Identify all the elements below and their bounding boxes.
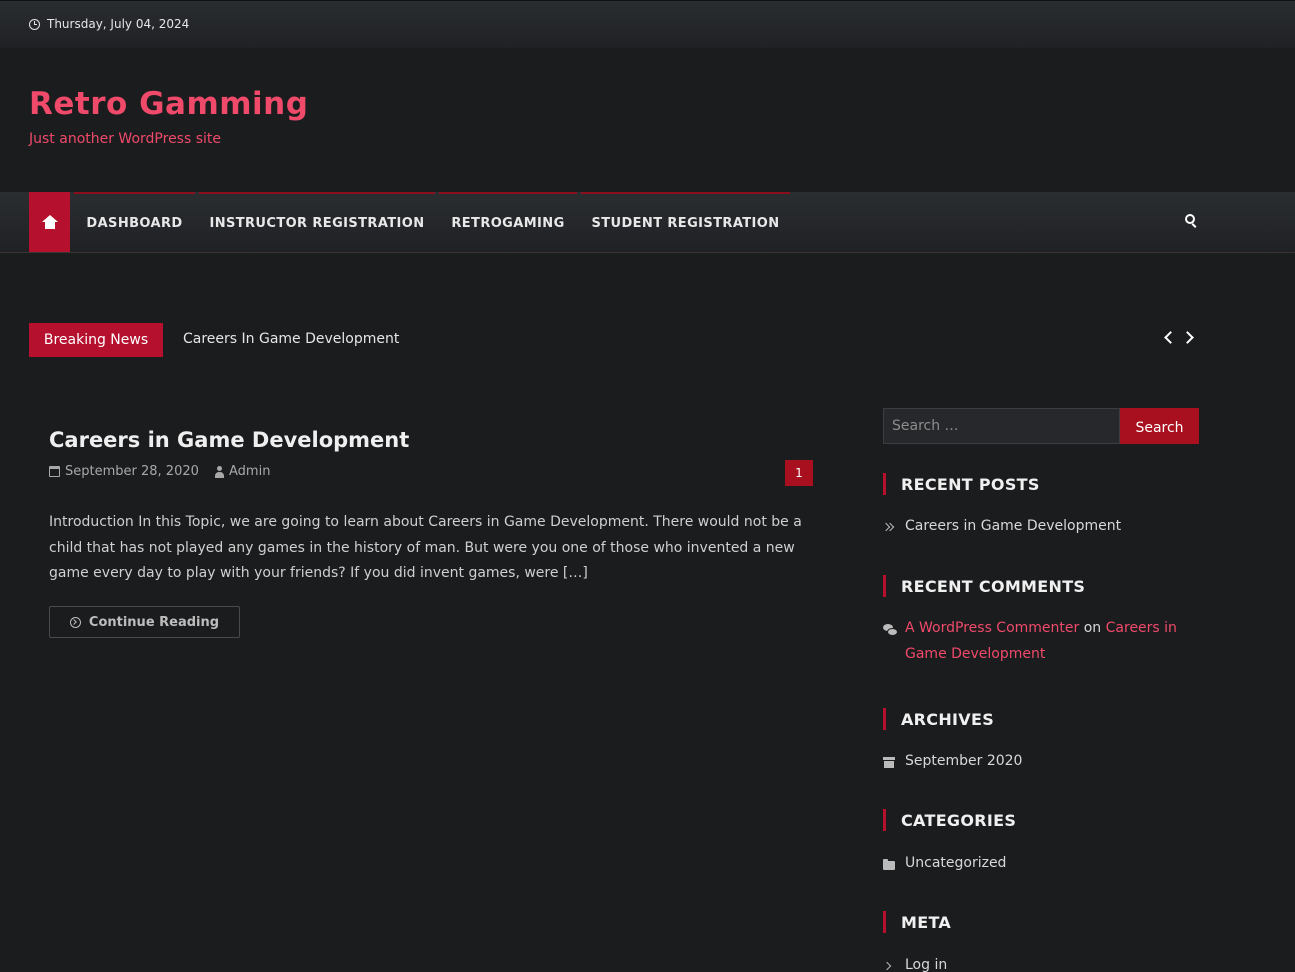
recent-posts-title: RECENT POSTS (883, 473, 1040, 495)
sidebar-search-button[interactable]: Search (1120, 408, 1199, 444)
breaking-news-headline[interactable]: Careers In Game Development (183, 331, 399, 347)
category-item[interactable]: Uncategorized (883, 855, 1006, 871)
nav-item-instructor-registration[interactable]: INSTRUCTOR REGISTRATION (199, 192, 435, 252)
nav-item-dashboard[interactable]: DASHBOARD (74, 192, 195, 252)
breaking-news-badge: Breaking News (29, 323, 163, 357)
home-icon (41, 215, 58, 229)
categories-title: CATEGORIES (883, 809, 1016, 831)
post-excerpt: Introduction In this Topic, we are going… (49, 514, 802, 581)
comments-icon (883, 624, 898, 636)
double-chevron-right-icon (883, 522, 893, 534)
recent-comments-title: RECENT COMMENTS (883, 575, 1085, 597)
clock-icon (29, 18, 40, 30)
nav-item-retrogaming[interactable]: RETROGAMING (439, 192, 577, 252)
archive-item[interactable]: September 2020 (883, 753, 1022, 769)
search-toggle-button[interactable] (1185, 214, 1199, 230)
post-author-text: Admin (229, 464, 271, 479)
post-author[interactable]: Admin (215, 464, 270, 479)
top-bar: Thursday, July 04, 2024 (0, 0, 1295, 48)
meta-item[interactable]: Log in (883, 957, 947, 972)
site-tagline: Just another WordPress site (29, 131, 222, 147)
home-button[interactable] (29, 192, 70, 252)
archives-title: ARCHIVES (883, 708, 994, 730)
arrow-circle-right-icon (69, 616, 81, 628)
post-date-text: September 28, 2020 (65, 464, 199, 479)
comment-on-text: on (1083, 620, 1102, 636)
main-navigation: DASHBOARD INSTRUCTOR REGISTRATION RETROG… (0, 192, 1295, 253)
search-icon (1185, 214, 1195, 224)
ticker-prev-icon[interactable] (1164, 331, 1177, 344)
recent-post-item[interactable]: Careers in Game Development (883, 518, 1121, 534)
continue-reading-label: Continue Reading (88, 614, 220, 630)
site-title[interactable]: Retro Gamming (29, 86, 308, 122)
archive-icon (883, 757, 895, 769)
archive-link[interactable]: September 2020 (905, 753, 1022, 769)
post-date[interactable]: September 28, 2020 (49, 464, 199, 479)
post-title[interactable]: Careers in Game Development (49, 428, 409, 452)
login-link[interactable]: Log in (905, 957, 947, 972)
calendar-icon (49, 466, 60, 477)
meta-title: META (883, 911, 951, 933)
recent-comment-item: A WordPress Commenter on Careers in Game… (883, 620, 1195, 667)
user-icon (215, 465, 224, 478)
chevron-right-icon (883, 961, 893, 972)
ticker-next-icon[interactable] (1181, 331, 1194, 344)
sidebar-search-input[interactable] (883, 408, 1120, 444)
comment-count-badge[interactable]: 1 (785, 460, 813, 486)
continue-reading-button[interactable]: Continue Reading (49, 606, 240, 638)
folder-icon (883, 859, 895, 871)
comment-author-link[interactable]: A WordPress Commenter (905, 620, 1079, 636)
recent-post-link[interactable]: Careers in Game Development (905, 518, 1121, 534)
nav-item-student-registration[interactable]: STUDENT REGISTRATION (581, 192, 790, 252)
current-date: Thursday, July 04, 2024 (29, 17, 189, 31)
date-text: Thursday, July 04, 2024 (47, 17, 190, 31)
category-link[interactable]: Uncategorized (905, 855, 1006, 871)
